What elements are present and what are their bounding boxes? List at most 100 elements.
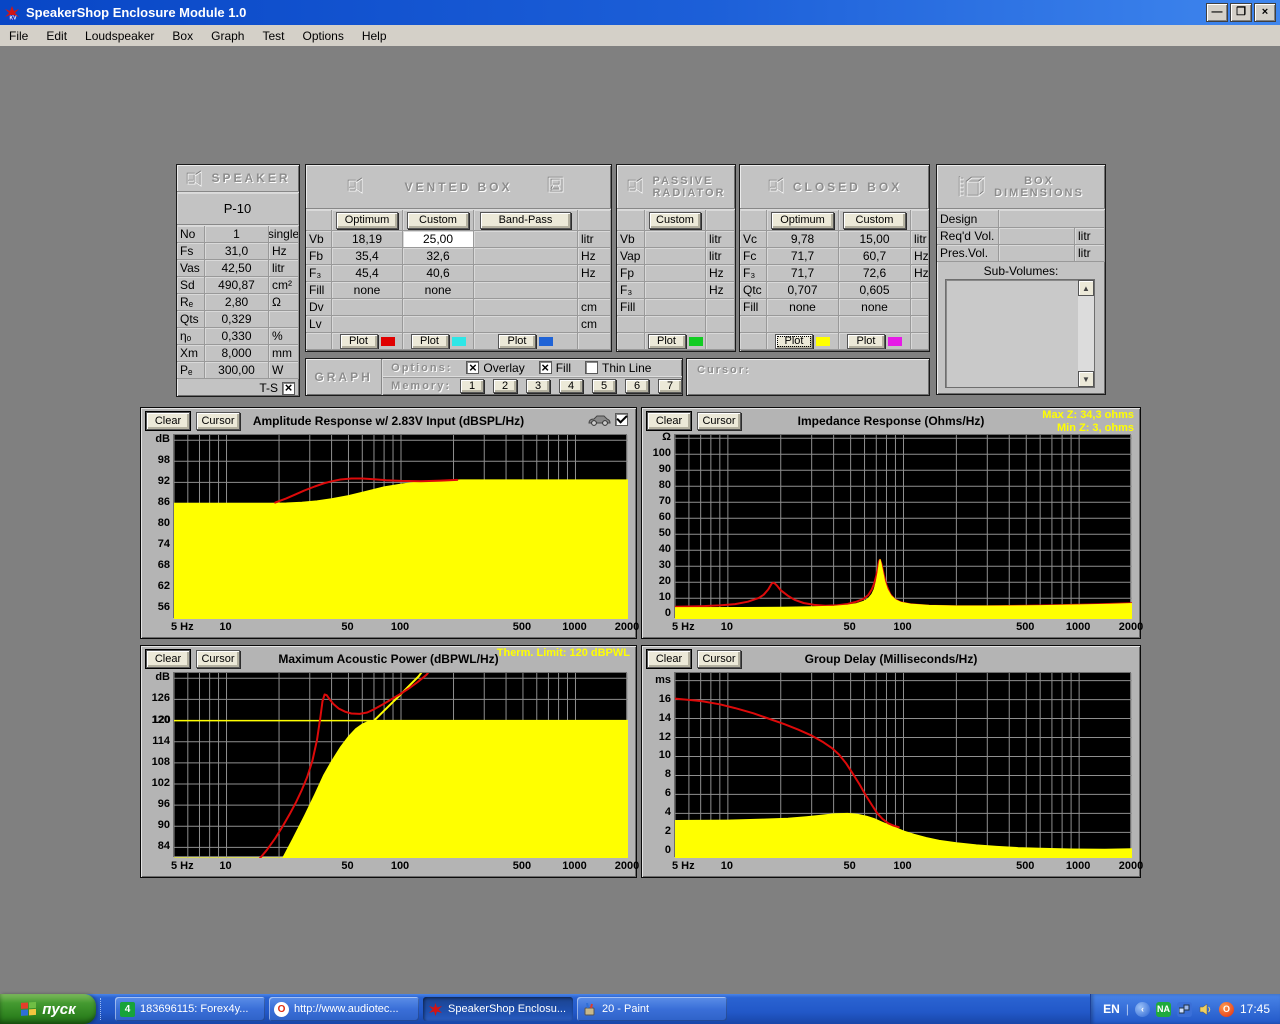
y-tick-label: 60 (642, 511, 671, 523)
cursor-button[interactable]: Cursor (697, 412, 741, 430)
x-tick-label: 10 (721, 860, 733, 872)
spacer-cell (578, 210, 611, 231)
vented-box-custom-button[interactable]: Custom (407, 212, 469, 229)
icq-status-icon[interactable]: NA (1156, 1002, 1171, 1017)
car-response-checkbox[interactable] (615, 413, 628, 426)
param-value: 18,19 (332, 231, 403, 248)
plot-area[interactable] (173, 434, 627, 618)
option-checkbox-overlay[interactable]: × (466, 361, 479, 374)
memory-button-4[interactable]: 4 (559, 379, 583, 393)
param-label: Vc (740, 231, 767, 248)
cursor-readout-panel: Cursor: (686, 358, 930, 396)
cursor-button[interactable]: Cursor (697, 650, 741, 668)
volume-value[interactable] (999, 245, 1075, 262)
passive-radiator-plot-button[interactable]: Plot (648, 334, 686, 349)
memory-button-1[interactable]: 1 (460, 379, 484, 393)
restore-button[interactable]: ❐ (1230, 3, 1252, 22)
menu-item-graph[interactable]: Graph (202, 26, 253, 46)
passive-radiator-header: PASSIVERADIATOR (617, 165, 735, 210)
param-value (403, 299, 474, 316)
chart-amplitude-response: ClearCursorAmplitude Response w/ 2.83V I… (140, 407, 637, 639)
close-button[interactable]: × (1254, 3, 1276, 22)
cursor-button[interactable]: Cursor (196, 412, 240, 430)
memory-button-7[interactable]: 7 (658, 379, 682, 393)
volume-icon[interactable] (1198, 1002, 1213, 1017)
volume-value[interactable] (999, 228, 1075, 245)
plot-area[interactable] (674, 434, 1131, 618)
opera-tray-icon[interactable]: O (1219, 1002, 1234, 1017)
vented-box-plot-button[interactable]: Plot (498, 334, 536, 349)
clear-button[interactable]: Clear (146, 412, 190, 430)
speaker-no-mode[interactable]: single (269, 226, 299, 243)
param-unit: litr (911, 231, 929, 248)
menu-item-test[interactable]: Test (253, 26, 293, 46)
collapse-chevron-icon[interactable]: ‹ (1135, 1002, 1150, 1017)
menu-item-file[interactable]: File (0, 26, 37, 46)
custom-vb-input[interactable]: 25,00 (403, 231, 474, 248)
menu-item-options[interactable]: Options (293, 26, 352, 46)
param-unit: litr (706, 231, 735, 248)
design-label[interactable]: Design (937, 210, 999, 228)
param-value (332, 299, 403, 316)
param-value: none (767, 299, 839, 316)
clear-button[interactable]: Clear (647, 650, 691, 668)
option-checkbox-fill[interactable]: × (539, 361, 552, 374)
network-icon[interactable] (1177, 1002, 1192, 1017)
option-label: Overlay (483, 361, 524, 375)
memory-button-5[interactable]: 5 (592, 379, 616, 393)
param-label: Fs (177, 243, 205, 260)
passive-radiator-panel: PASSIVERADIATORCustomVblitrVaplitrFpHzF₃… (616, 164, 736, 352)
y-tick-label: 90 (141, 819, 170, 831)
vented-box-plot-button[interactable]: Plot (340, 334, 378, 349)
menu-item-edit[interactable]: Edit (37, 26, 76, 46)
memory-button-3[interactable]: 3 (526, 379, 550, 393)
speaker-model[interactable]: P-10 (177, 193, 299, 226)
scroll-down-button[interactable]: ▼ (1078, 371, 1094, 387)
closed-box-plot-button[interactable]: Plot (775, 334, 813, 349)
closed-box-custom-button[interactable]: Custom (843, 212, 905, 229)
cursor-button[interactable]: Cursor (196, 650, 240, 668)
minimize-button[interactable]: — (1206, 3, 1228, 22)
closed-box-plot-button[interactable]: Plot (847, 334, 885, 349)
clear-button[interactable]: Clear (647, 412, 691, 430)
column-header-cell: Custom (403, 210, 474, 231)
plot-cell: Plot (645, 333, 706, 350)
param-value (645, 282, 706, 299)
passive-radiator-custom-button[interactable]: Custom (649, 212, 702, 229)
option-checkbox-thin-line[interactable] (585, 361, 598, 374)
taskbar-task-paint[interactable]: 20 - Paint (577, 997, 727, 1021)
clear-button[interactable]: Clear (146, 650, 190, 668)
subvolumes-listbox[interactable]: ▲▼ (945, 279, 1095, 388)
chart-header: ClearCursorGroup Delay (Milliseconds/Hz) (642, 646, 1140, 672)
memory-button-6[interactable]: 6 (625, 379, 649, 393)
x-glyph: × (469, 361, 477, 374)
subvolumes-scrollbar[interactable]: ▲▼ (1078, 280, 1094, 387)
taskbar-task-forex[interactable]: 4183696115: Forex4y... (115, 997, 265, 1021)
vented-group-delay (675, 699, 899, 828)
menu-item-box[interactable]: Box (163, 26, 202, 46)
memory-button-2[interactable]: 2 (493, 379, 517, 393)
taskbar-task-speakershop[interactable]: SpeakerShop Enclosu... (423, 997, 573, 1021)
param-label: Xm (177, 345, 205, 362)
param-value: 60,7 (839, 248, 911, 265)
scroll-up-button[interactable]: ▲ (1078, 280, 1094, 296)
vented-box-band-pass-button[interactable]: Band-Pass (480, 212, 571, 229)
start-button[interactable]: пуск (0, 994, 96, 1024)
x-tick-label: 10 (219, 860, 231, 872)
menu-item-loudspeaker[interactable]: Loudspeaker (76, 26, 163, 46)
param-unit: cm² (269, 277, 299, 294)
plot-area[interactable] (674, 672, 1131, 857)
closed-box-optimum-button[interactable]: Optimum (771, 212, 833, 229)
language-indicator[interactable]: EN (1103, 1002, 1120, 1016)
menu-item-help[interactable]: Help (353, 26, 396, 46)
x-tick-label: 100 (391, 621, 409, 633)
speaker-no-value[interactable]: 1 (205, 226, 269, 243)
vented-box-plot-button[interactable]: Plot (411, 334, 449, 349)
y-tick-label: 80 (642, 479, 671, 491)
y-tick-label: 8 (642, 768, 671, 780)
ts-checkbox[interactable]: × (282, 382, 295, 395)
spacer-cell (617, 316, 645, 333)
vented-box-optimum-button[interactable]: Optimum (336, 212, 398, 229)
plot-area[interactable] (173, 672, 627, 857)
taskbar-task-opera[interactable]: Ohttp://www.audiotec... (269, 997, 419, 1021)
